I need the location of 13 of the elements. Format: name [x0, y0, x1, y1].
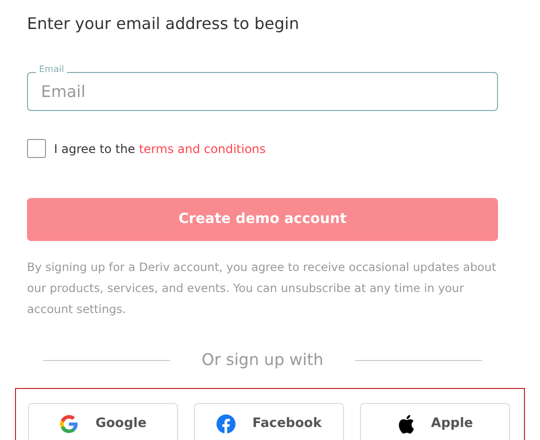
- facebook-button[interactable]: Facebook: [194, 403, 344, 440]
- checkbox[interactable]: [27, 139, 46, 158]
- field-label: Email: [36, 65, 67, 76]
- disclaimer-text: By signing up for a Deriv account, you agree to receive occasional updates about our products, services, and events. You can unsubscribe at any time in your account settings.: [27, 259, 498, 318]
- facebook-icon: [216, 414, 236, 434]
- google-button[interactable]: Google: [28, 403, 178, 440]
- google-icon: [59, 414, 80, 434]
- divider-label: Or sign up with: [200, 349, 324, 371]
- apple-icon: [397, 414, 416, 434]
- page-heading: Enter your email address to begin: [27, 13, 300, 35]
- email-field[interactable]: Email: [27, 72, 498, 111]
- apple-button[interactable]: Apple: [360, 403, 510, 440]
- terms-label: I agree to the terms and conditions: [54, 140, 266, 158]
